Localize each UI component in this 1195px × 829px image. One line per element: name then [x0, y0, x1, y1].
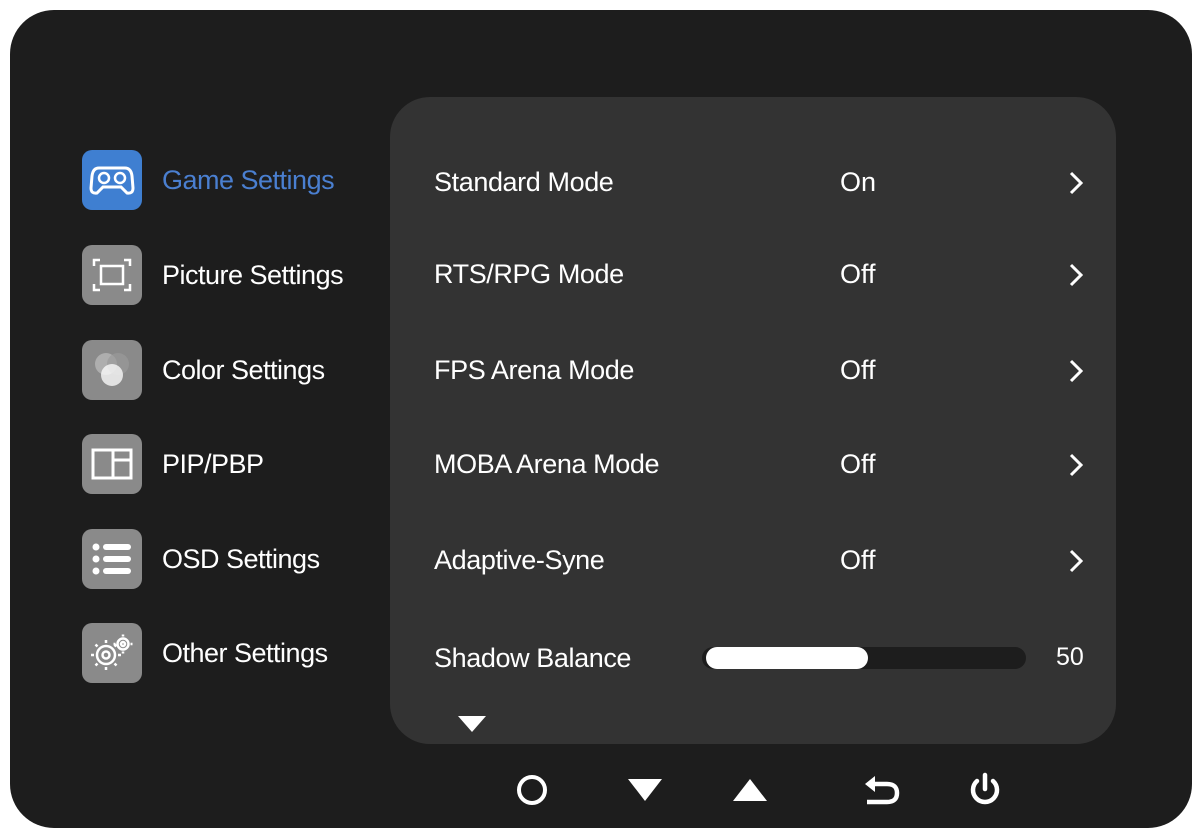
shadow-balance-slider[interactable] [702, 647, 1026, 669]
setting-label: Standard Mode [434, 167, 614, 197]
osd-window: Game Settings Picture Settings Color Set… [10, 10, 1192, 828]
chevron-right-icon[interactable] [1064, 257, 1088, 293]
slider-value: 50 [1056, 643, 1084, 671]
sidebar-item-label: Other Settings [162, 637, 328, 668]
gamepad-icon [82, 150, 142, 210]
scroll-down-icon[interactable] [456, 714, 488, 739]
sidebar-item-label: Color Settings [162, 354, 325, 385]
sidebar-item-label: OSD Settings [162, 543, 320, 574]
setting-row-shadow-balance[interactable]: Shadow Balance 50 [434, 643, 1094, 683]
setting-row-fps-arena-mode[interactable]: FPS Arena Mode Off [434, 355, 1094, 395]
setting-row-standard-mode[interactable]: Standard Mode On [434, 167, 1094, 207]
sidebar-item-label: PIP/PBP [162, 448, 264, 479]
chevron-right-icon[interactable] [1064, 353, 1088, 389]
triangle-down-icon[interactable] [620, 765, 670, 815]
slider-fill [706, 647, 868, 669]
triangle-up-icon[interactable] [725, 765, 775, 815]
picture-frame-icon [82, 245, 142, 305]
return-icon[interactable] [856, 765, 906, 815]
sidebar-item-osd-settings[interactable]: OSD Settings [82, 527, 382, 591]
sidebar-item-color-settings[interactable]: Color Settings [82, 338, 382, 402]
color-circles-icon [82, 340, 142, 400]
sidebar-item-label: Picture Settings [162, 259, 344, 290]
pip-window-icon [82, 434, 142, 494]
setting-label: Adaptive-Syne [434, 545, 605, 575]
gears-icon [82, 623, 142, 683]
list-icon [82, 529, 142, 589]
sidebar-item-other-settings[interactable]: Other Settings [82, 621, 382, 685]
setting-label: MOBA Arena Mode [434, 449, 660, 479]
setting-row-rts-rpg-mode[interactable]: RTS/RPG Mode Off [434, 259, 1094, 299]
setting-label: Shadow Balance [434, 643, 632, 673]
setting-label: RTS/RPG Mode [434, 259, 624, 289]
setting-row-adaptive-sync[interactable]: Adaptive-Syne Off [434, 545, 1094, 585]
chevron-right-icon[interactable] [1064, 165, 1088, 201]
settings-panel: Standard Mode On RTS/RPG Mode Off FPS Ar… [390, 97, 1116, 744]
chevron-right-icon[interactable] [1064, 447, 1088, 483]
setting-value: On [840, 167, 877, 197]
sidebar-item-picture-settings[interactable]: Picture Settings [82, 243, 382, 307]
setting-value: Off [840, 449, 876, 479]
setting-row-moba-arena-mode[interactable]: MOBA Arena Mode Off [434, 449, 1094, 489]
setting-value: Off [840, 259, 876, 289]
setting-label: FPS Arena Mode [434, 355, 635, 385]
sidebar-item-pip-pbp[interactable]: PIP/PBP [82, 432, 382, 496]
sidebar-item-label: Game Settings [162, 164, 335, 195]
circle-icon[interactable] [507, 765, 557, 815]
setting-value: Off [840, 545, 876, 575]
power-icon[interactable] [960, 765, 1010, 815]
setting-value: Off [840, 355, 876, 385]
chevron-right-icon[interactable] [1064, 543, 1088, 579]
sidebar-item-game-settings[interactable]: Game Settings [82, 148, 382, 212]
